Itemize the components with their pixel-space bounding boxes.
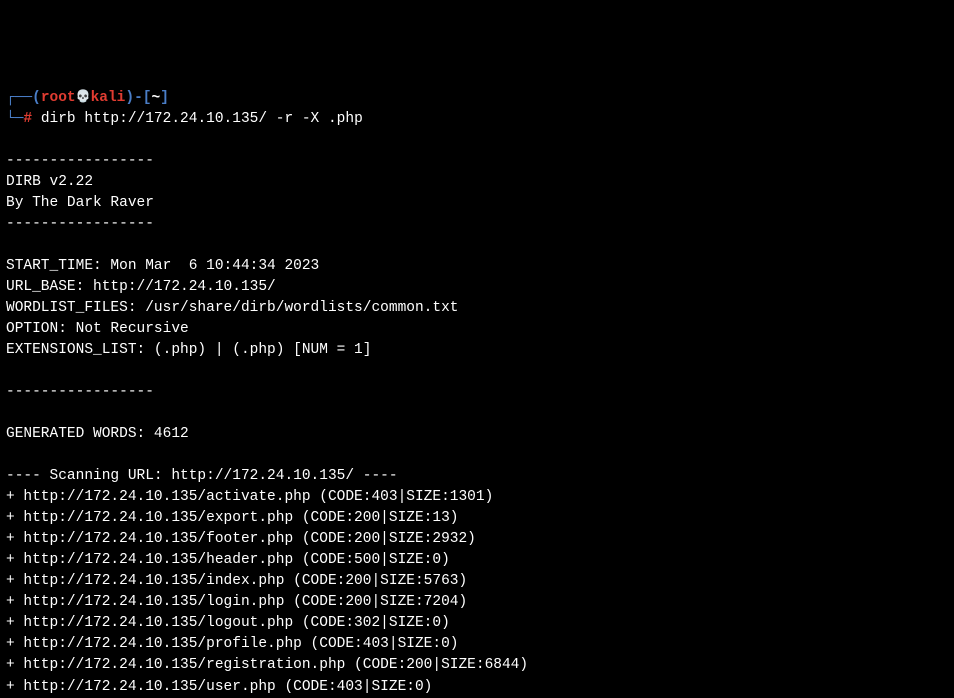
prompt-corner-bl: └─ <box>6 111 23 127</box>
info-wordlist: WORDLIST_FILES: /usr/share/dirb/wordlist… <box>6 300 458 316</box>
result-row: + http://172.24.10.135/login.php (CODE:2… <box>6 594 467 610</box>
result-row: + http://172.24.10.135/footer.php (CODE:… <box>6 531 476 547</box>
scan-header: ---- Scanning URL: http://172.24.10.135/… <box>6 468 398 484</box>
result-row: + http://172.24.10.135/user.php (CODE:40… <box>6 679 432 695</box>
banner-sep1: ----------------- <box>6 153 154 169</box>
command-input[interactable]: dirb http://172.24.10.135/ -r -X .php <box>41 111 363 127</box>
result-row: + http://172.24.10.135/activate.php (COD… <box>6 489 493 505</box>
skull-icon: 💀 <box>76 91 91 103</box>
banner-sep2: ----------------- <box>6 216 154 232</box>
banner-line1: DIRB v2.22 <box>6 174 128 190</box>
prompt-line-2: └─# dirb http://172.24.10.135/ -r -X .ph… <box>6 111 363 127</box>
prompt-corner-tr: )-[ <box>125 90 151 106</box>
prompt-host: kali <box>91 90 126 106</box>
result-row: + http://172.24.10.135/registration.php … <box>6 657 528 673</box>
result-row: + http://172.24.10.135/export.php (CODE:… <box>6 510 458 526</box>
prompt-path: ~ <box>152 90 161 106</box>
result-row: + http://172.24.10.135/index.php (CODE:2… <box>6 573 467 589</box>
generated-words: GENERATED WORDS: 4612 <box>6 426 189 442</box>
result-row: + http://172.24.10.135/header.php (CODE:… <box>6 552 450 568</box>
result-row: + http://172.24.10.135/profile.php (CODE… <box>6 636 458 652</box>
info-extensions: EXTENSIONS_LIST: (.php) | (.php) [NUM = … <box>6 342 371 358</box>
prompt-user: root <box>41 90 76 106</box>
separator: ----------------- <box>6 384 154 400</box>
prompt-hash: # <box>23 111 32 127</box>
banner-line2: By The Dark Raver <box>6 195 154 211</box>
result-row: + http://172.24.10.135/logout.php (CODE:… <box>6 615 450 631</box>
info-option: OPTION: Not Recursive <box>6 321 189 337</box>
info-start-time: START_TIME: Mon Mar 6 10:44:34 2023 <box>6 258 319 274</box>
prompt-corner-tl: ┌──( <box>6 90 41 106</box>
info-url-base: URL_BASE: http://172.24.10.135/ <box>6 279 276 295</box>
prompt-line-1: ┌──(root💀kali)-[~] <box>6 90 169 106</box>
prompt-bracket-close: ] <box>160 90 169 106</box>
